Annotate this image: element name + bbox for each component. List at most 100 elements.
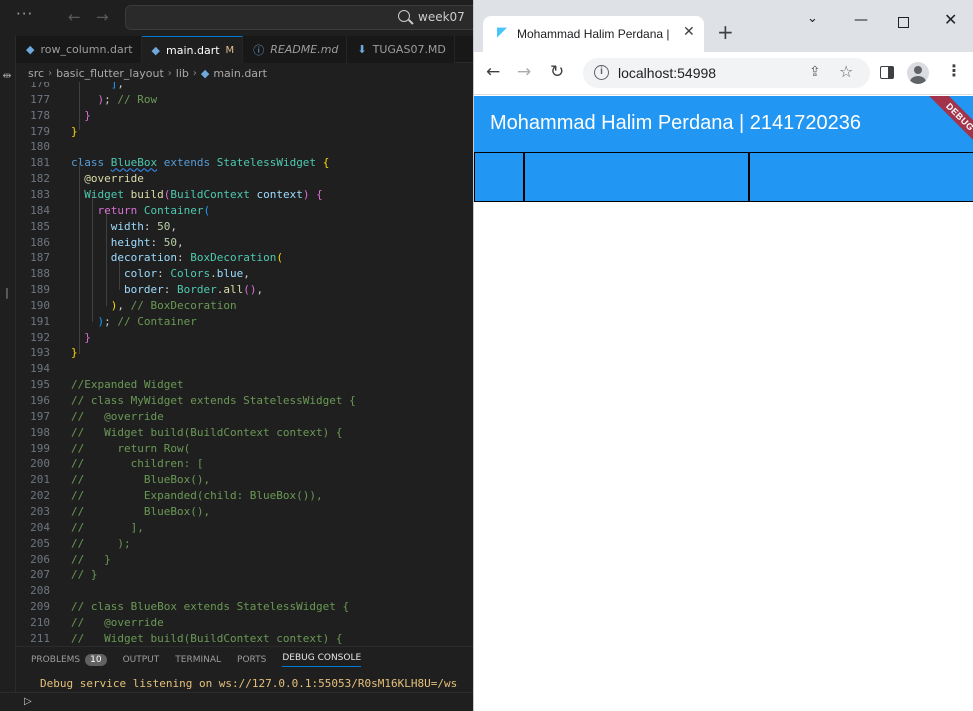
line-number: 205 — [30, 536, 50, 550]
browser-tab-title: Mohammad Halim Perdana | 2141720236 — [517, 27, 672, 41]
breadcrumb-item[interactable]: basic_flutter_layout — [56, 67, 164, 80]
code-line[interactable]: 186 height: 50, — [16, 235, 473, 251]
code-line[interactable]: 177 ); // Row — [16, 92, 473, 108]
code-text: decoration: BoxDecoration( — [110, 251, 283, 265]
line-number: 200 — [30, 457, 50, 471]
panel-tab-debug-console[interactable]: DEBUG CONSOLE — [282, 653, 362, 667]
chevron-right-icon: › — [48, 67, 53, 79]
code-line[interactable]: 206 // } — [16, 552, 473, 568]
code-line[interactable]: 190 ), // BoxDecoration — [16, 298, 473, 314]
search-icon — [398, 10, 410, 22]
panel-tab-output[interactable]: OUTPUT — [123, 655, 160, 665]
code-line[interactable]: 197 // @override — [16, 409, 473, 425]
panel-tab-label: OUTPUT — [122, 655, 160, 665]
blue-box — [474, 152, 524, 202]
line-number: 180 — [30, 140, 50, 154]
side-panel-icon[interactable] — [880, 66, 894, 79]
split-arrows-icon[interactable]: ⇹ — [0, 69, 14, 82]
panel-tab-label: PROBLEMS — [31, 655, 81, 665]
tab-row-column-dart[interactable]: ◆ row_column.dart — [16, 36, 142, 63]
more-icon[interactable]: ··· — [16, 5, 33, 23]
code-line[interactable]: 204 // ], — [16, 520, 473, 536]
arrow-left-icon[interactable]: ← — [68, 8, 81, 26]
status-bar: ▷ — [0, 692, 473, 711]
tab-label: README.md — [270, 43, 339, 56]
new-tab-icon[interactable]: + — [717, 20, 734, 44]
code-line[interactable]: 201 // BlueBox(), — [16, 472, 473, 488]
kebab-menu-icon[interactable]: ⋮ — [946, 61, 962, 80]
code-line[interactable]: 211 // Widget build(BuildContext context)… — [16, 631, 473, 645]
code-line[interactable]: 192 } — [16, 330, 473, 346]
panel-tab-problems[interactable]: PROBLEMS 10 — [31, 654, 107, 666]
code-line[interactable]: 193} — [16, 345, 473, 361]
code-line[interactable]: 181 class BlueBox extends StatelessWidget… — [16, 155, 473, 171]
code-line[interactable]: 198 // Widget build(BuildContext context)… — [16, 425, 473, 441]
breadcrumb-item[interactable]: main.dart — [213, 67, 267, 80]
browser-tab[interactable]: ◤ Mohammad Halim Perdana | 2141720236 ✕ — [483, 16, 704, 52]
breadcrumb-item[interactable]: lib — [176, 67, 189, 80]
app-bar: Mohammad Halim Perdana | 2141720236 DEBU… — [474, 96, 973, 154]
tab-tugas07-md[interactable]: ⬇ TUGAS07.MD — [347, 36, 455, 63]
panel-tab-label: DEBUG CONSOLE — [282, 653, 362, 663]
code-line[interactable]: 209 // class BlueBox extends StatelessWid… — [16, 599, 473, 615]
address-bar[interactable]: i localhost:54998 ⇪ ☆ — [583, 58, 870, 88]
command-center-search[interactable]: week07 — [125, 5, 473, 30]
code-line[interactable]: 187 decoration: BoxDecoration( — [16, 250, 473, 266]
tab-readme-md[interactable]: ⓘ README.md — [243, 36, 348, 63]
code-line[interactable]: 194 — [16, 361, 473, 377]
code-text: return Container( — [97, 203, 211, 217]
code-text: // @override — [71, 409, 164, 423]
share-icon[interactable]: ⇪ — [809, 64, 821, 80]
reload-icon[interactable]: ↻ — [550, 62, 564, 82]
tab-main-dart[interactable]: ◆ main.dart M — [141, 36, 244, 63]
close-icon[interactable]: ✕ — [683, 24, 695, 40]
code-line[interactable]: 208 — [16, 583, 473, 599]
code-line[interactable]: 205 // ); — [16, 536, 473, 552]
profile-avatar-icon[interactable] — [907, 62, 929, 84]
code-text: border: Border.all(), — [123, 283, 264, 297]
code-line[interactable]: 179} — [16, 124, 473, 140]
code-text: height: 50, — [110, 235, 184, 249]
panel-tab-terminal[interactable]: TERMINAL — [175, 655, 221, 665]
code-line[interactable]: 191 ); // Container — [16, 314, 473, 330]
forward-arrow-icon[interactable]: → — [517, 62, 531, 82]
code-line[interactable]: 182 @override — [16, 171, 473, 187]
code-line[interactable]: 200 // children: [ — [16, 456, 473, 472]
code-line[interactable]: 202 // Expanded(child: BlueBox()), — [16, 488, 473, 504]
info-icon[interactable]: i — [594, 65, 609, 80]
star-icon[interactable]: ☆ — [839, 62, 853, 81]
panel-tab-label: PORTS — [237, 655, 267, 665]
window-close-icon[interactable]: ✕ — [944, 10, 957, 29]
code-editor[interactable]: 176 ], 177 ); // Row 178 } 179} 180 181 class … — [16, 82, 473, 645]
code-line[interactable]: 210 // @override — [16, 615, 473, 631]
chevron-down-icon[interactable]: ⌄ — [807, 11, 818, 26]
problems-count-badge: 10 — [85, 654, 107, 666]
arrow-right-icon[interactable]: → — [96, 8, 109, 26]
code-line[interactable]: 178 } — [16, 108, 473, 124]
code-text: //Expanded Widget — [71, 378, 184, 392]
breadcrumb-item[interactable]: src — [28, 67, 44, 80]
panel-tab-ports[interactable]: PORTS — [237, 655, 266, 665]
dart-file-icon: ◆ — [200, 66, 210, 80]
code-line[interactable]: 207 // } — [16, 567, 473, 583]
code-line[interactable]: 183 Widget build(BuildContext context) { — [16, 187, 473, 203]
minimize-icon[interactable]: — — [854, 12, 868, 28]
code-text: @override — [84, 172, 144, 186]
code-line[interactable]: 203 // BlueBox(), — [16, 504, 473, 520]
debug-banner: DEBUG — [923, 96, 973, 154]
code-line[interactable]: 188 color: Colors.blue, — [16, 266, 473, 282]
code-line[interactable]: 180 — [16, 139, 473, 155]
back-arrow-icon[interactable]: ← — [486, 62, 500, 82]
code-line[interactable]: 184 return Container( — [16, 203, 473, 219]
maximize-icon[interactable] — [898, 17, 909, 28]
line-number: 194 — [30, 362, 50, 376]
code-line[interactable]: 176 ], — [16, 82, 473, 92]
code-line[interactable]: 195 //Expanded Widget — [16, 377, 473, 393]
code-line[interactable]: 185 width: 50, — [16, 219, 473, 235]
code-line[interactable]: 199 // return Row( — [16, 441, 473, 457]
code-line[interactable]: 189 border: Border.all(), — [16, 282, 473, 298]
line-number: 209 — [30, 600, 50, 614]
code-text: // } — [71, 568, 98, 582]
play-icon[interactable]: ▷ — [24, 696, 32, 707]
code-line[interactable]: 196 // class MyWidget extends StatelessWi… — [16, 393, 473, 409]
